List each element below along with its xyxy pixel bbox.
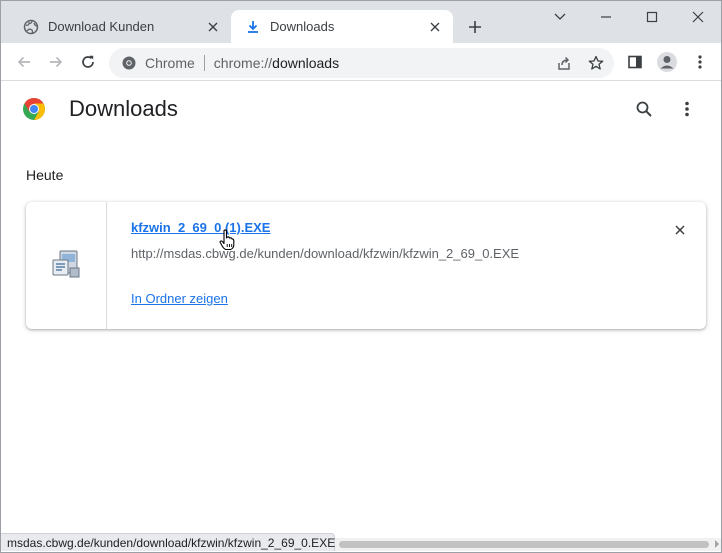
file-name-link[interactable]: kfzwin_2_69_0 (1).EXE <box>131 220 270 235</box>
scroll-right-arrow-icon[interactable] <box>715 540 719 548</box>
minimize-button[interactable] <box>583 1 629 33</box>
forward-button[interactable] <box>43 49 69 75</box>
url-path: downloads <box>272 55 340 71</box>
back-button[interactable] <box>11 49 37 75</box>
download-item-card: kfzwin_2_69_0 (1).EXE http://msdas.cbwg.… <box>26 202 706 329</box>
source-url-text: http://msdas.cbwg.de/kunden/download/kfz… <box>131 246 520 261</box>
tab-title: Downloads <box>270 19 335 34</box>
installer-file-icon <box>50 248 82 280</box>
reload-button[interactable] <box>75 49 101 75</box>
share-icon[interactable] <box>553 52 575 74</box>
close-window-button[interactable] <box>675 1 721 33</box>
file-icon-column <box>26 202 107 329</box>
tab-strip: Download Kunden Downloads <box>1 1 721 43</box>
remove-from-list-icon[interactable] <box>670 220 690 240</box>
bookmark-star-icon[interactable] <box>585 52 607 74</box>
browser-window: Download Kunden Downloads Chrome chrome:… <box>0 0 722 553</box>
chrome-menu-button[interactable] <box>687 49 713 75</box>
chrome-logo-icon <box>22 97 46 121</box>
download-icon <box>245 19 261 35</box>
site-chip: Chrome <box>145 55 195 71</box>
search-icon[interactable] <box>632 97 656 121</box>
show-in-folder-link[interactable]: In Ordner zeigen <box>131 291 228 306</box>
scrollbar-thumb[interactable] <box>339 541 709 548</box>
side-panel-button[interactable] <box>622 49 648 75</box>
horizontal-scrollbar[interactable] <box>335 538 721 551</box>
tab-downloads[interactable]: Downloads <box>231 10 453 43</box>
chrome-page-icon <box>121 55 137 71</box>
close-tab-icon[interactable] <box>205 19 221 35</box>
tab-search-button[interactable] <box>537 1 583 33</box>
maximize-button[interactable] <box>629 1 675 33</box>
tab-title: Download Kunden <box>48 19 155 34</box>
toolbar: Chrome chrome://downloads <box>1 43 721 81</box>
hand-cursor-icon <box>219 229 235 251</box>
globe-icon <box>23 19 39 35</box>
address-bar[interactable]: Chrome chrome://downloads <box>109 48 614 78</box>
close-tab-icon[interactable] <box>427 19 443 35</box>
new-tab-button[interactable] <box>463 15 487 39</box>
date-group-label: Heute <box>26 167 64 183</box>
more-actions-icon[interactable] <box>675 97 699 121</box>
url-scheme: chrome:// <box>213 55 273 71</box>
downloads-page: Downloads Heute kfzwin_2_69_0 (1).EXE ht… <box>1 81 721 536</box>
omnibox-separator <box>203 55 205 71</box>
page-title: Downloads <box>69 96 178 121</box>
status-bubble: msdas.cbwg.de/kunden/download/kfzwin/kfz… <box>1 533 335 551</box>
page-header: Downloads <box>1 81 721 137</box>
url-text: chrome://downloads <box>214 55 339 71</box>
profile-avatar[interactable] <box>654 49 680 75</box>
tab-download-kunden[interactable]: Download Kunden <box>9 10 231 43</box>
